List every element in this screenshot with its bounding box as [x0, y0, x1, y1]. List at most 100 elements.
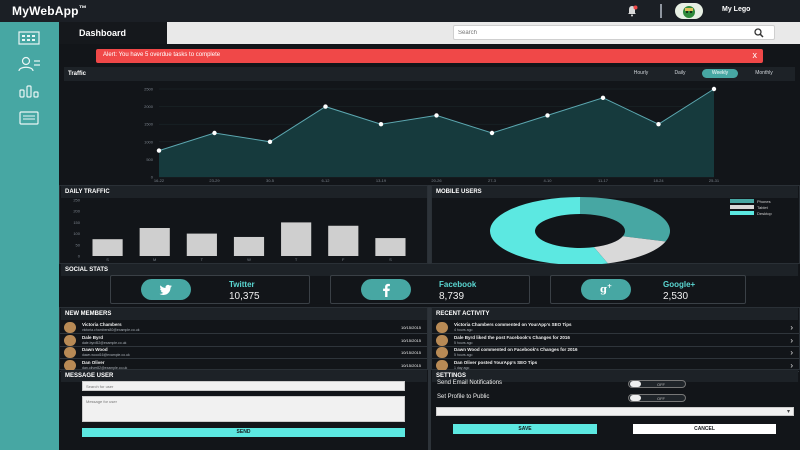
- daily-traffic-bar[interactable]: [139, 228, 170, 256]
- avatar: [64, 322, 76, 333]
- chevron-right-icon[interactable]: ›: [790, 323, 793, 332]
- traffic-point[interactable]: [434, 113, 439, 118]
- traffic-point[interactable]: [267, 139, 273, 144]
- sidebar-item-charts[interactable]: [16, 82, 42, 100]
- social-twitter[interactable]: Twitter 10,375: [110, 275, 310, 304]
- bell-icon[interactable]: [626, 5, 638, 17]
- alert-close-button[interactable]: x: [753, 50, 758, 60]
- panel-divider-lower: [428, 307, 431, 450]
- email-notifications-toggle[interactable]: OFF: [628, 380, 686, 388]
- table-row[interactable]: Victoria Chambers victoria.chambers80@ex…: [60, 321, 427, 334]
- range-daily[interactable]: Daily: [665, 69, 695, 78]
- x-tick-label: 23-29: [209, 178, 220, 183]
- activity-text: Dan Oliver posted YourApp's SEO Tips: [454, 359, 538, 365]
- traffic-point[interactable]: [711, 86, 717, 92]
- daily-traffic-bar[interactable]: [92, 239, 123, 256]
- chevron-right-icon[interactable]: ›: [790, 336, 793, 345]
- search-input[interactable]: [458, 28, 738, 38]
- mobile-users-chart: [490, 197, 670, 265]
- chevron-right-icon[interactable]: ›: [790, 348, 793, 357]
- legend-swatch: [730, 199, 754, 203]
- traffic-point[interactable]: [378, 122, 384, 127]
- daily-traffic-bar[interactable]: [328, 225, 359, 256]
- donut-slice-tablet[interactable]: [593, 236, 666, 264]
- google-plus-icon: g+: [581, 279, 631, 300]
- range-weekly[interactable]: Weekly: [702, 69, 738, 78]
- list-item[interactable]: Dawn Wood commented on Facebook's Change…: [432, 346, 799, 359]
- sidebar-item-messages[interactable]: [16, 109, 42, 127]
- timezone-select[interactable]: ▾: [436, 407, 794, 416]
- cancel-button[interactable]: CANCEL: [633, 424, 776, 434]
- traffic-chart-svg: 2500200015001000500016-22 23-29 30-5 6-12 13…: [144, 86, 720, 184]
- range-hourly[interactable]: Hourly: [625, 69, 657, 78]
- daily-traffic-bar[interactable]: [186, 233, 217, 256]
- sidebar-item-dashboard[interactable]: [16, 29, 42, 47]
- y-tick-label: 500: [146, 157, 153, 162]
- y-tick-label: 1000: [144, 139, 154, 144]
- table-row[interactable]: Dale Byrd dale.byrd52@example.co.uk 10/1…: [60, 334, 427, 347]
- x-tick-label: 16-22: [154, 178, 165, 183]
- tab-dashboard[interactable]: Dashboard: [59, 22, 167, 44]
- brand-name: MyWebApp: [12, 4, 79, 18]
- traffic-point[interactable]: [656, 122, 661, 127]
- user-name[interactable]: My Lego: [722, 6, 750, 13]
- panel-divider: [428, 185, 431, 264]
- public-profile-toggle[interactable]: OFF: [628, 394, 686, 402]
- member-date: 10/15/2015: [400, 362, 421, 368]
- save-button[interactable]: SAVE: [453, 424, 597, 434]
- traffic-point[interactable]: [489, 130, 495, 136]
- y-tick-label: 0: [78, 254, 81, 259]
- toggle-knob: [630, 395, 641, 401]
- legend-label: Phones: [757, 198, 771, 204]
- message-textarea[interactable]: [82, 396, 405, 422]
- donut-slice-phones[interactable]: [580, 197, 670, 242]
- app-logo[interactable]: MyWebApp™: [12, 4, 87, 18]
- users-icon: [18, 56, 40, 72]
- x-tick-label: 4-10: [543, 178, 552, 183]
- daily-traffic-bar[interactable]: [281, 222, 312, 256]
- x-tick-label: 11-17: [598, 178, 609, 183]
- member-date: 10/15/2015: [400, 325, 421, 330]
- googleplus-label: Google+: [663, 280, 696, 289]
- daily-traffic-bar[interactable]: [375, 238, 406, 256]
- x-tick-label: S: [389, 257, 392, 262]
- traffic-point[interactable]: [600, 95, 606, 100]
- twitter-label: Twitter: [229, 280, 255, 289]
- facebook-count: 8,739: [439, 291, 465, 302]
- member-email: dale.byrd52@example.co.uk: [82, 340, 127, 345]
- member-name: Dawn Wood: [82, 347, 108, 352]
- social-facebook[interactable]: Facebook 8,739: [330, 275, 530, 304]
- twitter-count: 10,375: [229, 291, 260, 302]
- social-googleplus[interactable]: g+ Google+ 2,530: [550, 275, 746, 304]
- sidebar-item-members[interactable]: [16, 55, 42, 73]
- traffic-point[interactable]: [545, 113, 550, 118]
- avatar: [436, 322, 448, 333]
- toggle-knob: [630, 381, 641, 387]
- x-tick-label: 6-12: [321, 178, 330, 183]
- search-icon[interactable]: [754, 28, 764, 38]
- list-item[interactable]: Dale Byrd liked the post Facebook's Chan…: [432, 334, 799, 347]
- traffic-point[interactable]: [212, 130, 217, 136]
- send-button[interactable]: SEND: [82, 428, 405, 437]
- traffic-point[interactable]: [323, 104, 328, 109]
- recent-activity-title: RECENT ACTIVITY: [432, 308, 798, 320]
- list-item[interactable]: Victoria Chambers commented on YourApp's…: [432, 321, 799, 334]
- user-search-input[interactable]: [82, 381, 405, 391]
- window-icon: [19, 111, 39, 125]
- x-tick-label: S: [106, 257, 109, 262]
- bar-chart-icon: [19, 85, 39, 98]
- avatar: [64, 359, 76, 371]
- top-divider: [660, 4, 662, 18]
- avatar: [64, 347, 76, 358]
- alert-banner: Alert: You have 5 overdue tasks to compl…: [96, 49, 763, 63]
- avatar[interactable]: [675, 3, 703, 19]
- range-monthly[interactable]: Monthly: [745, 69, 783, 78]
- x-tick-label: W: [247, 257, 251, 262]
- dashboard-icon: [18, 31, 40, 45]
- traffic-chart: 2500 2000 1500 1000 500 0 16-22 23-29 30-5 6-12 13…: [64, 81, 795, 185]
- table-row[interactable]: Dawn Wood dawn.wood16@example.co.uk 10/1…: [60, 346, 427, 359]
- traffic-point[interactable]: [156, 148, 162, 153]
- daily-traffic-bar[interactable]: [233, 236, 265, 256]
- member-email: dan.oliver82@example.co.uk: [82, 365, 128, 370]
- chevron-right-icon[interactable]: ›: [790, 361, 793, 370]
